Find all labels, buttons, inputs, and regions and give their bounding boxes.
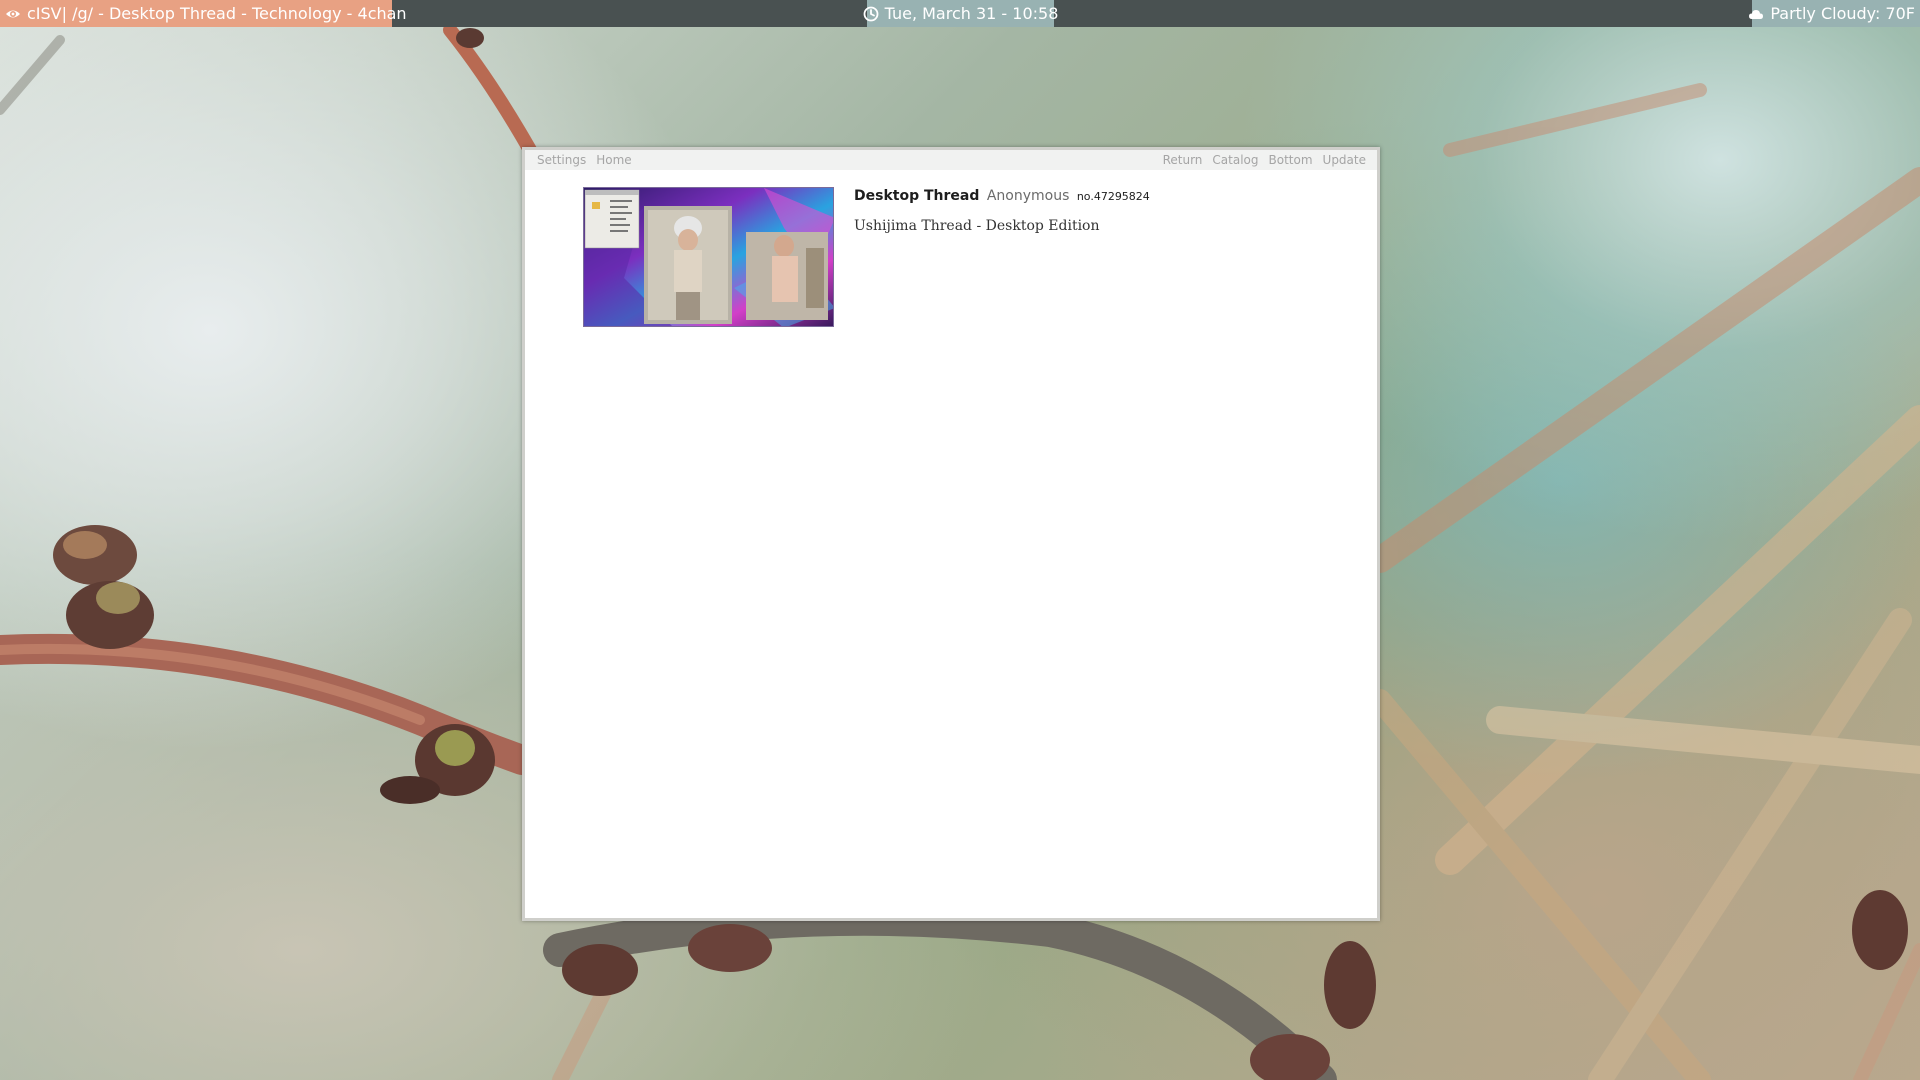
poster-name: Anonymous: [986, 188, 1070, 204]
board-nav-bar: Settings Home Return Catalog Bottom Upda…: [525, 150, 1377, 170]
clock-text: Tue, March 31 - 10:58: [884, 4, 1059, 23]
eye-icon: [6, 10, 20, 17]
clock-icon: [863, 6, 879, 21]
active-window-title[interactable]: cISV| /g/ - Desktop Thread - Technology …: [0, 0, 407, 27]
top-panel: cISV| /g/ - Desktop Thread - Technology …: [0, 0, 1920, 27]
catalog-link[interactable]: Catalog: [1212, 153, 1258, 167]
post-comment: Ushijima Thread - Desktop Edition: [854, 218, 1100, 234]
bottom-link[interactable]: Bottom: [1269, 153, 1313, 167]
home-link[interactable]: Home: [596, 153, 631, 167]
post-header: Desktop Thread Anonymous no.47295824: [854, 187, 1150, 206]
op-post: Desktop Thread Anonymous no.47295824 Ush…: [583, 187, 1357, 327]
nav-left: Settings Home: [537, 153, 632, 167]
weather-text: Partly Cloudy: 70F: [1770, 4, 1915, 23]
clock-widget[interactable]: Tue, March 31 - 10:58: [863, 0, 1058, 27]
nav-right: Return Catalog Bottom Update: [1163, 153, 1366, 167]
post-body: Desktop Thread Anonymous no.47295824 Ush…: [854, 187, 1150, 234]
post-thumbnail[interactable]: [583, 187, 834, 327]
update-link[interactable]: Update: [1323, 153, 1366, 167]
post-number[interactable]: no.47295824: [1077, 190, 1150, 203]
window-title-text: cISV| /g/ - Desktop Thread - Technology …: [27, 4, 407, 23]
return-link[interactable]: Return: [1163, 153, 1203, 167]
cloud-icon: [1749, 9, 1764, 19]
browser-window: Settings Home Return Catalog Bottom Upda…: [522, 147, 1380, 921]
settings-link[interactable]: Settings: [537, 153, 586, 167]
weather-widget[interactable]: Partly Cloudy: 70F: [1749, 0, 1920, 27]
thread-subject: Desktop Thread: [854, 188, 980, 204]
